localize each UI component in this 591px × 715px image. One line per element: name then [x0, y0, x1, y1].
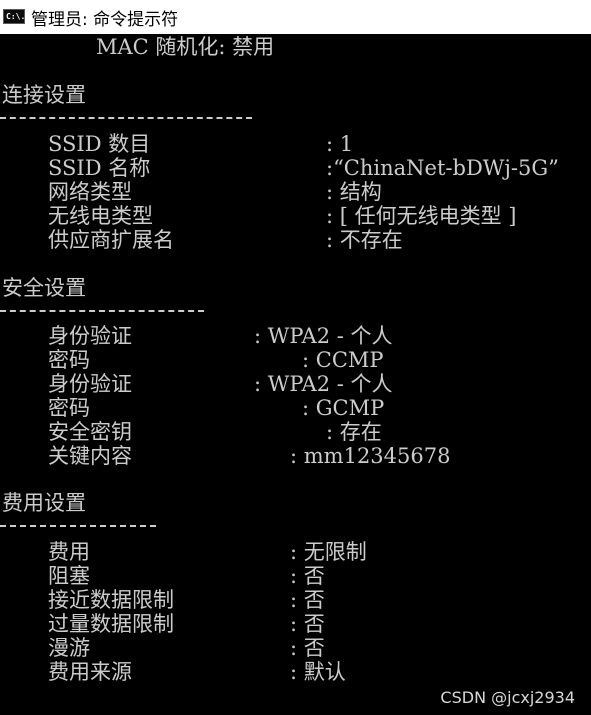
row-value: : WPA2 - 个人 — [254, 372, 393, 396]
console-row: 安全密钥 : 存在 — [0, 420, 382, 444]
row-label: 密码 — [48, 348, 90, 372]
section-heading-text: 连接设置 — [2, 83, 86, 107]
command-prompt-window: C:\. 管理员: 命令提示符 MAC 随机化: 禁用 连接设置 SSID 数目… — [0, 0, 591, 715]
console-row: 网络类型 : 结构 — [0, 180, 382, 204]
console-row: 无线电类型 : [ 任何无线电类型 ] — [0, 204, 517, 228]
console-row: 密码 : GCMP — [0, 396, 384, 420]
console-row: 身份验证 : WPA2 - 个人 — [0, 372, 393, 396]
row-label: SSID 数目 — [48, 132, 151, 156]
row-label: 过量数据限制 — [48, 612, 174, 636]
console-row: SSID 名称 :“ChinaNet-bDWj-5G” — [0, 156, 559, 180]
title-bar[interactable]: C:\. 管理员: 命令提示符 — [0, 0, 591, 34]
console-output[interactable]: MAC 随机化: 禁用 连接设置 SSID 数目 : 1 SSID 名称 :“C… — [0, 34, 591, 715]
console-row: 供应商扩展名 : 不存在 — [0, 228, 403, 252]
console-line-mac: MAC 随机化: 禁用 — [0, 35, 274, 59]
section-divider — [0, 117, 252, 120]
row-label: 身份验证 — [48, 372, 132, 396]
row-value: : 存在 — [326, 420, 382, 444]
row-label: 关键内容 — [48, 444, 132, 468]
row-value: : 不存在 — [326, 228, 403, 252]
row-value: : 结构 — [326, 180, 382, 204]
row-label: 费用来源 — [48, 660, 132, 684]
row-value: :“ChinaNet-bDWj-5G” — [326, 156, 559, 180]
row-value: : 默认 — [290, 660, 346, 684]
row-value: : 否 — [290, 564, 325, 588]
console-row: 费用来源 : 默认 — [0, 660, 346, 684]
row-label: 阻塞 — [48, 564, 90, 588]
console-row: 过量数据限制 : 否 — [0, 612, 325, 636]
section-heading-text: 费用设置 — [2, 491, 86, 515]
console-row: 接近数据限制 : 否 — [0, 588, 325, 612]
row-value: : 否 — [290, 612, 325, 636]
row-label: 无线电类型 — [48, 204, 153, 228]
row-label: 网络类型 — [48, 180, 132, 204]
console-row: 费用 : 无限制 — [0, 540, 367, 564]
row-value: : CCMP — [302, 348, 384, 372]
console-row: 身份验证 : WPA2 - 个人 — [0, 324, 393, 348]
mac-randomization-text: MAC 随机化: 禁用 — [96, 35, 275, 59]
row-label: 费用 — [48, 540, 90, 564]
section-heading-security: 安全设置 — [2, 276, 86, 300]
row-value: : [ 任何无线电类型 ] — [326, 204, 517, 228]
console-row: 阻塞 : 否 — [0, 564, 325, 588]
row-label: 漫游 — [48, 636, 90, 660]
row-label: 接近数据限制 — [48, 588, 174, 612]
row-label: 安全密钥 — [48, 420, 132, 444]
console-row: 密码 : CCMP — [0, 348, 384, 372]
row-value: : mm12345678 — [290, 444, 451, 468]
row-value: : WPA2 - 个人 — [254, 324, 393, 348]
section-heading-cost: 费用设置 — [2, 491, 86, 515]
section-heading-text: 安全设置 — [2, 276, 86, 300]
section-divider — [0, 525, 156, 528]
row-value: : 无限制 — [290, 540, 367, 564]
section-heading-connection: 连接设置 — [2, 83, 86, 107]
row-value: : 否 — [290, 636, 325, 660]
console-app-icon[interactable]: C:\. — [3, 8, 25, 24]
window-title: 管理员: 命令提示符 — [31, 9, 179, 30]
row-value: : 1 — [326, 132, 354, 156]
row-value: : 否 — [290, 588, 325, 612]
row-value: : GCMP — [302, 396, 385, 420]
console-row: SSID 数目 : 1 — [0, 132, 353, 156]
console-row: 关键内容 : mm12345678 — [0, 444, 450, 468]
row-label: SSID 名称 — [48, 156, 151, 180]
row-label: 供应商扩展名 — [48, 228, 174, 252]
row-label: 密码 — [48, 396, 90, 420]
section-divider — [0, 310, 204, 313]
csdn-watermark: CSDN @jcxj2934 — [440, 688, 575, 707]
console-row: 漫游 : 否 — [0, 636, 325, 660]
row-label: 身份验证 — [48, 324, 132, 348]
